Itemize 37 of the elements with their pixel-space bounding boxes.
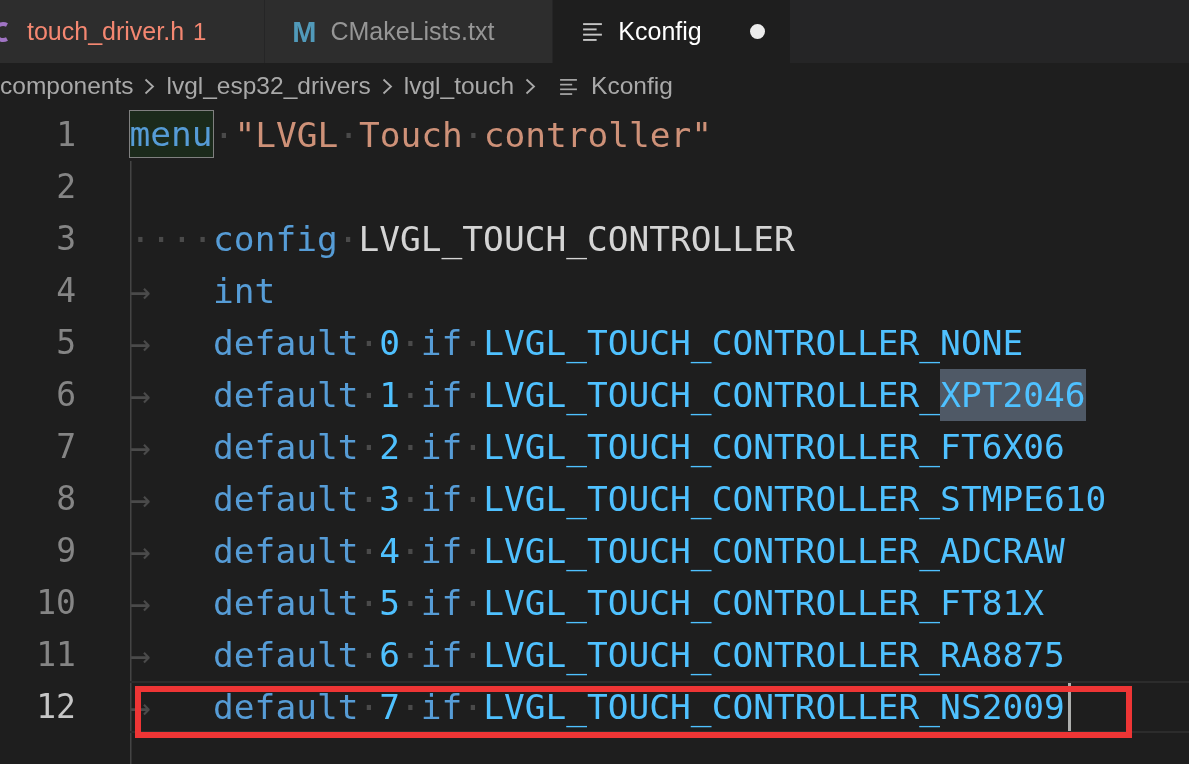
code-line: → int — [130, 270, 276, 313]
editor-tab[interactable]: Kconfig — [553, 0, 792, 63]
editor-tab[interactable]: touch_driver.h 1 — [0, 0, 266, 63]
problem-count: 1 — [193, 17, 207, 46]
code-line: → default·2·if·LVGL_TOUCH_CONTROLLER_FT6X06 — [130, 426, 1065, 470]
code-line: → default·5·if·LVGL_TOUCH_CONTROLLER_FT81X — [130, 582, 1044, 626]
line-number: 11 — [35, 634, 76, 676]
line-number: 6 — [55, 374, 76, 416]
breadcrumb-item[interactable]: components — [0, 72, 134, 100]
lines-icon — [560, 77, 578, 95]
chevron-right-icon — [525, 77, 537, 95]
line-number: 8 — [55, 478, 76, 520]
breadcrumb-item[interactable]: lvgl_touch — [403, 72, 515, 100]
code-line: → default·0·if·LVGL_TOUCH_CONTROLLER_NONE — [130, 322, 1024, 366]
code-line: ····config·LVGL_TOUCH_CONTROLLER — [130, 218, 795, 262]
line-number: 3 — [55, 218, 76, 260]
line-number: 10 — [35, 582, 76, 624]
line-number: 9 — [55, 530, 76, 572]
editor-tab[interactable]: M CMakeLists.txt — [265, 0, 554, 63]
code-line: → default·3·if·LVGL_TOUCH_CONTROLLER_STMPE610 — [130, 478, 1107, 522]
code-line: menu·"LVGL·Touch·controller" — [130, 109, 713, 161]
lines-icon — [582, 22, 602, 41]
line-number: 4 — [55, 270, 76, 312]
line-number: 12 — [35, 686, 76, 728]
code-line: → default·4·if·LVGL_TOUCH_CONTROLLER_ADCRAW — [130, 530, 1065, 574]
line-number: 5 — [55, 322, 76, 364]
text-cursor — [1067, 683, 1071, 731]
letter-m-icon: M — [292, 18, 317, 45]
chevron-right-icon — [144, 77, 156, 95]
breadcrumb-item[interactable]: Kconfig — [547, 72, 673, 100]
line-number: 2 — [55, 166, 76, 208]
code-line: → default·6·if·LVGL_TOUCH_CONTROLLER_RA8875 — [130, 634, 1065, 678]
line-number: 1 — [55, 114, 76, 156]
breadcrumb-item[interactable]: lvgl_esp32_drivers — [166, 72, 371, 100]
chevron-right-icon — [381, 77, 393, 95]
code-line: → default·1·if·LVGL_TOUCH_CONTROLLER_XPT2046 — [130, 369, 1086, 421]
line-number: 7 — [55, 426, 76, 468]
